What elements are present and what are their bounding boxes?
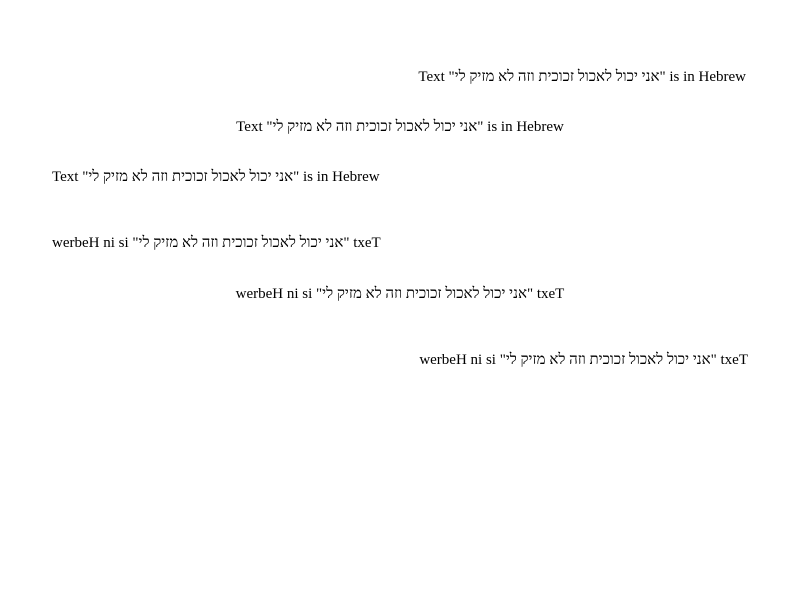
hebrew-line-right-aligned: Text "יל קיזמ אל הזו תיכוכז לוכאל לוכי י… <box>418 69 746 85</box>
hebrew-line-left-aligned: Text "יל קיזמ אל הזו תיכוכז לוכאל לוכי י… <box>52 169 380 185</box>
reversed-line-left-aligned: Text "אני יכול לאכול זכוכית וזה לא מזיק … <box>52 235 381 251</box>
hebrew-line-center-aligned: Text "יל קיזמ אל הזו תיכוכז לוכאל לוכי י… <box>236 119 564 135</box>
reversed-line-right-aligned: Text "אני יכול לאכול זכוכית וזה לא מזיק … <box>419 352 748 368</box>
reversed-line-center-aligned: Text "אני יכול לאכול זכוכית וזה לא מזיק … <box>235 286 565 302</box>
